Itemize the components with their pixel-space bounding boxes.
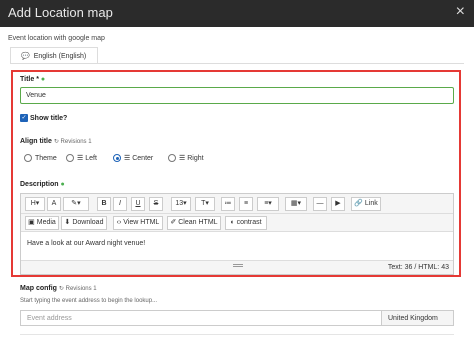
divider xyxy=(20,334,454,335)
editor-content[interactable]: Have a look at our Award night venue! xyxy=(27,240,145,247)
underline-button[interactable]: U xyxy=(131,197,145,211)
revisions-link[interactable]: ↻ Revisions 1 xyxy=(54,139,92,145)
title-input[interactable]: Venue xyxy=(20,87,454,104)
text-style-button[interactable]: T▾ xyxy=(195,197,215,211)
bold-button[interactable]: B xyxy=(97,197,111,211)
chat-bubble-icon: 💬 xyxy=(21,53,30,60)
map-config-hint: Start typing the event address to begin … xyxy=(20,298,158,304)
view-html-label: View HTML xyxy=(123,219,160,226)
video-icon[interactable]: ▶ xyxy=(331,197,345,211)
modal-subtitle: Event location with google map xyxy=(8,35,105,42)
align-option-left[interactable]: ☰ Left xyxy=(66,154,97,163)
media-button[interactable]: ▣ Media xyxy=(25,216,59,230)
align-left-label: Left xyxy=(85,155,97,162)
align-option-center[interactable]: ☰ Center xyxy=(113,154,154,163)
modal-title: Add Location map xyxy=(8,5,113,20)
horizontal-rule-icon[interactable]: — xyxy=(313,197,327,211)
contrast-button[interactable]: ◐ contrast xyxy=(225,216,267,230)
bulleted-list-icon[interactable]: ≔ xyxy=(221,197,235,211)
radio-theme[interactable] xyxy=(24,154,32,162)
media-button-label: Media xyxy=(36,219,56,226)
clean-html-button[interactable]: ✐ Clean HTML xyxy=(167,216,221,230)
heading-button[interactable]: H▾ xyxy=(25,197,45,211)
link-button[interactable]: 🔗 Link xyxy=(351,197,381,211)
contrast-label: contrast xyxy=(236,219,262,226)
tab-divider xyxy=(10,63,464,64)
resize-grip-icon[interactable] xyxy=(233,264,243,267)
editor-statusbar: Text: 36 / HTML: 43 xyxy=(21,260,453,274)
align-left-icon: ☰ xyxy=(77,155,86,162)
align-option-theme[interactable]: Theme xyxy=(24,154,57,162)
align-right-label: Right xyxy=(187,155,204,162)
font-size-button[interactable]: 13▾ xyxy=(171,197,191,211)
tab-english-label: English (English) xyxy=(33,53,87,60)
editor-toolbar-row1: H▾ A ✎▾ B I U S 13▾ T▾ ≔ ≡ ≡▾ ▦▾ — ▶ 🔗 L… xyxy=(21,194,453,214)
text-style-label: T xyxy=(201,200,206,207)
download-button-label: Download xyxy=(72,219,104,226)
italic-button[interactable]: I xyxy=(113,197,127,211)
view-html-button[interactable]: ‹› View HTML xyxy=(113,216,163,230)
title-field-label: Title * ● xyxy=(20,76,45,83)
link-icon: 🔗 xyxy=(354,200,365,207)
download-button[interactable]: ⬇ Download xyxy=(61,216,107,230)
comment-icon[interactable]: ● xyxy=(60,181,64,188)
heading-button-label: H xyxy=(30,200,36,207)
align-option-right[interactable]: ☰ Right xyxy=(168,154,204,163)
align-center-icon: ☰ xyxy=(124,155,133,162)
comment-icon[interactable]: ● xyxy=(41,76,45,83)
revisions-link[interactable]: ↻ Revisions 1 xyxy=(59,286,97,292)
brush-button[interactable]: ✎▾ xyxy=(63,197,89,211)
align-center-label: Center xyxy=(132,155,154,162)
description-label-text: Description xyxy=(20,181,59,188)
radio-left[interactable] xyxy=(66,154,74,163)
font-size-value: 13 xyxy=(175,200,184,207)
description-label: Description ● xyxy=(20,181,65,188)
country-select[interactable]: United Kingdom xyxy=(381,310,454,326)
modal-title-bar: Add Location map × xyxy=(0,0,474,27)
map-revisions-text: Revisions 1 xyxy=(65,286,97,292)
close-icon[interactable]: × xyxy=(456,3,465,21)
editor-toolbar-row2: ▣ Media ⬇ Download ‹› View HTML ✐ Clean … xyxy=(21,214,453,232)
map-config-text: Map config xyxy=(20,285,57,292)
rich-text-editor[interactable]: H▾ A ✎▾ B I U S 13▾ T▾ ≔ ≡ ≡▾ ▦▾ — ▶ 🔗 L… xyxy=(20,193,454,275)
align-title-label: Align title ↻ Revisions 1 xyxy=(20,138,92,145)
brush-icon: ✎ xyxy=(71,200,78,207)
event-address-input[interactable]: Event address xyxy=(20,310,382,326)
numbered-list-icon[interactable]: ≡ xyxy=(239,197,253,211)
show-title-label: Show title? xyxy=(30,115,68,122)
align-right-icon: ☰ xyxy=(179,155,188,162)
show-title-checkbox[interactable]: ✓ xyxy=(20,114,28,122)
revisions-text: Revisions 1 xyxy=(60,139,92,145)
radio-right[interactable] xyxy=(168,154,176,163)
align-theme-label: Theme xyxy=(35,154,57,162)
link-button-label: Link xyxy=(364,200,378,207)
map-config-label: Map config ↻ Revisions 1 xyxy=(20,285,97,292)
character-counter: Text: 36 / HTML: 43 xyxy=(387,264,449,271)
image-icon: ▣ xyxy=(28,219,37,226)
table-icon[interactable]: ▦▾ xyxy=(285,197,307,211)
title-label-text: Title * xyxy=(20,76,39,83)
tab-english[interactable]: 💬 English (English) xyxy=(10,47,98,63)
clean-html-label: Clean HTML xyxy=(178,219,218,226)
radio-center[interactable] xyxy=(113,154,121,163)
font-button[interactable]: A xyxy=(47,197,61,211)
align-dropdown-icon[interactable]: ≡▾ xyxy=(257,197,279,211)
strikethrough-button[interactable]: S xyxy=(149,197,163,211)
align-title-text: Align title xyxy=(20,138,52,145)
